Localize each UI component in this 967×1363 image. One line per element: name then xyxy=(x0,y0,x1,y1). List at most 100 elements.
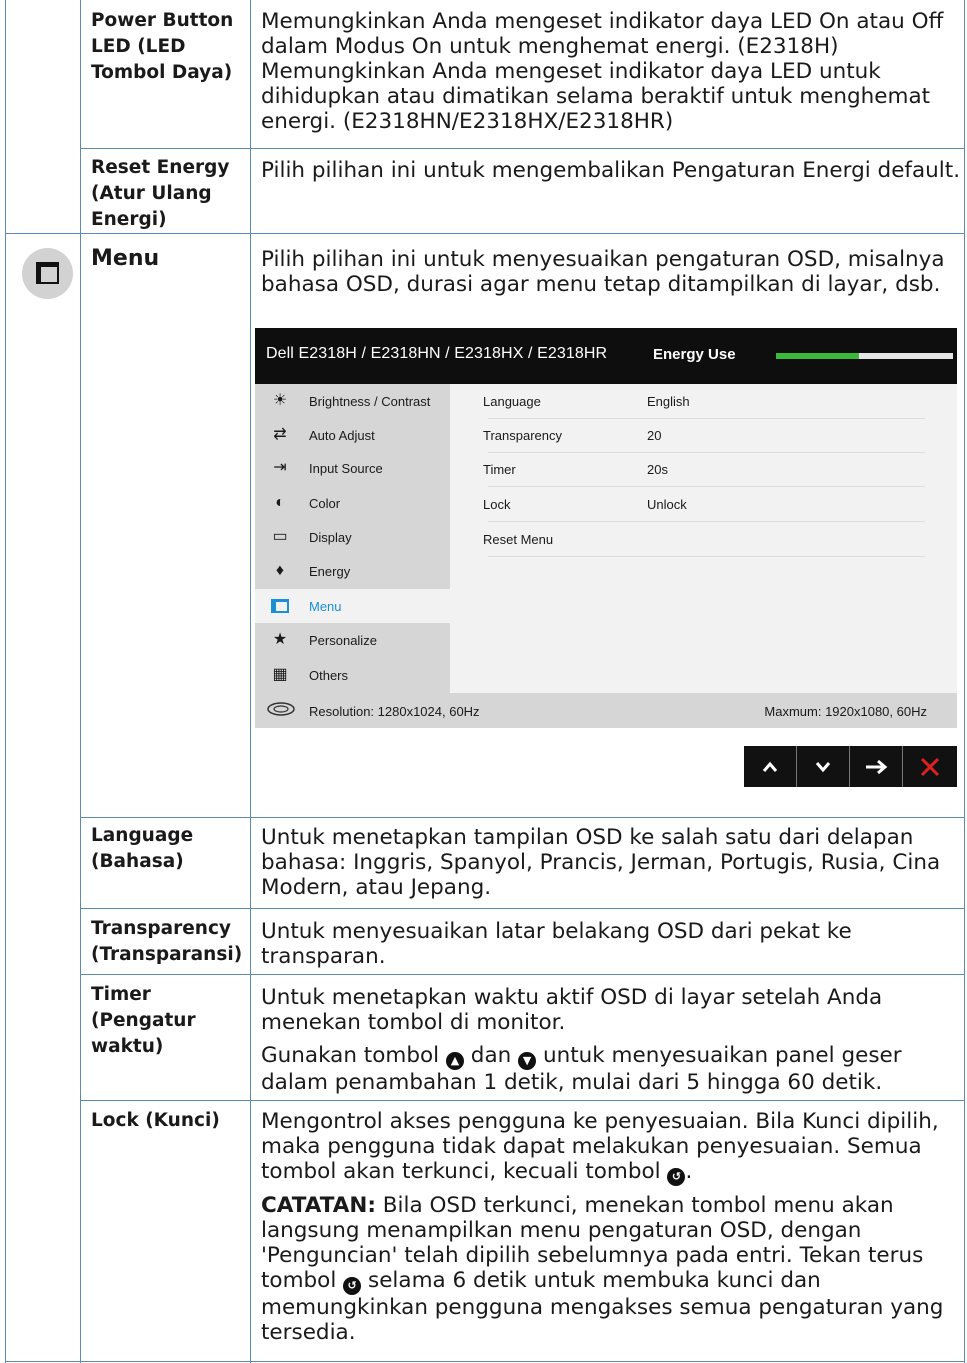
row-line-5 xyxy=(80,974,964,975)
right-arrow-icon[interactable] xyxy=(850,746,903,787)
osd-setting-timer[interactable]: Timer 20s xyxy=(483,452,925,487)
desc-fragment: Mengontrol akses pengguna ke penyesuaian… xyxy=(261,1109,939,1184)
row-line-2 xyxy=(5,233,964,234)
row-desc-reset-energy: Pilih pilihan ini untuk mengembalikan Pe… xyxy=(261,158,961,183)
osd-item-display[interactable]: ▭ Display xyxy=(255,520,450,554)
sun-icon: ☀ xyxy=(272,392,288,409)
osd-item-others[interactable]: ▦ Others xyxy=(255,658,450,692)
table-border-right xyxy=(964,0,965,1363)
osd-item-energy[interactable]: ♦ Energy xyxy=(255,554,450,588)
osd-item-label: Auto Adjust xyxy=(309,428,375,443)
osd-button-bar xyxy=(744,746,957,787)
row-desc-lock: Mengontrol akses pengguna ke penyesuaian… xyxy=(261,1109,961,1345)
table-divider-1 xyxy=(80,0,81,1363)
desc-text-2: Gunakan tombol ▲ dan ▼ untuk menyesuaika… xyxy=(261,1043,961,1095)
others-icon: ▦ xyxy=(272,666,288,683)
table-divider-2 xyxy=(250,0,251,246)
setting-key: Lock xyxy=(483,497,511,512)
osd-item-label: Menu xyxy=(309,599,342,614)
table-divider-2c xyxy=(250,817,251,1363)
menu-window-icon xyxy=(22,248,73,299)
row-head-transparency: Transparency (Transparansi) xyxy=(91,918,243,965)
display-icon: ▭ xyxy=(272,528,288,545)
osd-setting-lock[interactable]: Lock Unlock xyxy=(483,487,925,522)
osd-item-label: Color xyxy=(309,496,341,511)
max-resolution-text: Maxmum: 1920x1080, 60Hz xyxy=(764,704,927,719)
close-icon[interactable] xyxy=(903,746,957,787)
osd-item-menu[interactable]: Menu xyxy=(255,589,450,623)
osd-item-color[interactable]: ◐ Color xyxy=(255,486,450,520)
note-label: CATATAN: xyxy=(261,1193,376,1218)
desc-text: Untuk menetapkan tampilan OSD ke salah s… xyxy=(261,825,941,900)
osd-item-label: Input Source xyxy=(309,461,383,476)
note-text: CATATAN: Bila OSD terkunci, menekan tomb… xyxy=(261,1193,961,1345)
row-line-1 xyxy=(80,148,964,149)
row-head-lock: Lock (Kunci) xyxy=(91,1110,220,1131)
table-divider-2b xyxy=(250,246,251,817)
osd-item-label: Others xyxy=(309,668,349,683)
desc-fragment: dan xyxy=(470,1043,512,1068)
osd-item-label: Brightness / Contrast xyxy=(309,394,431,409)
row-head-reset-energy: Reset Energy (Atur Ulang Energi) xyxy=(91,157,230,230)
osd-status-bar: Resolution: 1280x1024, 60Hz Maxmum: 1920… xyxy=(255,693,957,728)
row-desc-timer: Untuk menetapkan waktu aktif OSD di laya… xyxy=(261,985,961,1095)
back-button-icon: ↺ xyxy=(343,1277,362,1295)
osd-settings-panel: Language English Transparency 20 Timer 2… xyxy=(450,384,957,693)
desc-fragment: . xyxy=(685,1159,693,1184)
energy-icon: ♦ xyxy=(275,562,285,579)
desc-text: Untuk menyesuaikan latar belakang OSD da… xyxy=(261,919,852,969)
down-button-icon: ▼ xyxy=(518,1052,537,1070)
osd-item-personalize[interactable]: ★ Personalize xyxy=(255,623,450,657)
desc-text: Untuk menetapkan waktu aktif OSD di laya… xyxy=(261,985,883,1035)
setting-value: 20 xyxy=(647,428,662,443)
menu-title: Menu xyxy=(91,246,160,271)
menu-icon xyxy=(269,596,291,616)
setting-value: 20s xyxy=(647,462,668,477)
row-line-4 xyxy=(80,908,964,909)
desc-text: Pilih pilihan ini untuk mengembalikan Pe… xyxy=(261,158,961,183)
row-head-power-led: Power Button LED (LED Tombol Daya) xyxy=(91,10,234,83)
osd-setting-language[interactable]: Language English xyxy=(483,384,925,419)
row-line-7 xyxy=(5,1361,964,1362)
setting-value: Unlock xyxy=(647,497,687,512)
table-border-left xyxy=(5,0,6,1363)
osd-item-input-source[interactable]: ⇥ Input Source xyxy=(255,451,450,485)
osd-title: Dell E2318H / E2318HN / E2318HX / E2318H… xyxy=(266,345,608,362)
setting-key: Reset Menu xyxy=(483,532,554,547)
osd-header: Dell E2318H / E2318HN / E2318HX / E2318H… xyxy=(255,328,957,384)
setting-key: Language xyxy=(483,394,541,409)
star-icon: ★ xyxy=(272,631,288,648)
color-icon: ◐ xyxy=(275,494,285,511)
resolution-text: Resolution: 1280x1024, 60Hz xyxy=(309,704,480,719)
desc-fragment: Gunakan tombol xyxy=(261,1043,440,1068)
up-button-icon: ▲ xyxy=(445,1052,464,1070)
osd-item-label: Energy xyxy=(309,564,351,579)
desc-text: Memungkinkan Anda mengeset indikator day… xyxy=(261,9,944,134)
osd-item-label: Personalize xyxy=(309,633,377,648)
down-icon[interactable] xyxy=(797,746,850,787)
osd-item-label: Display xyxy=(309,530,352,545)
row-desc-power-led: Memungkinkan Anda mengeset indikator day… xyxy=(261,9,961,134)
energy-use-label: Energy Use xyxy=(653,346,736,363)
setting-key: Transparency xyxy=(483,428,562,443)
osd-item-brightness[interactable]: ☀ Brightness / Contrast xyxy=(255,384,450,418)
desc-text: Mengontrol akses pengguna ke penyesuaian… xyxy=(261,1109,961,1186)
note-fragment: selama 6 detik untuk membuka kunci dan m… xyxy=(261,1268,944,1345)
resolution-icon xyxy=(267,702,295,719)
osd-setting-transparency[interactable]: Transparency 20 xyxy=(483,418,925,453)
row-desc-transparency: Untuk menyesuaikan latar belakang OSD da… xyxy=(261,919,961,969)
osd-setting-reset-menu[interactable]: Reset Menu xyxy=(483,522,925,557)
up-icon[interactable] xyxy=(744,746,797,787)
energy-use-bar xyxy=(776,353,953,359)
back-button-icon: ↺ xyxy=(667,1168,686,1186)
osd-screenshot: Dell E2318H / E2318HN / E2318HX / E2318H… xyxy=(255,328,957,728)
row-line-3 xyxy=(80,817,964,818)
osd-item-auto-adjust[interactable]: ⇄ Auto Adjust xyxy=(255,418,450,452)
setting-value: English xyxy=(647,394,690,409)
setting-key: Timer xyxy=(483,462,516,477)
osd-sidebar: ☀ Brightness / Contrast ⇄ Auto Adjust ⇥ … xyxy=(255,384,450,693)
energy-use-fill xyxy=(776,353,860,359)
row-head-language: Language (Bahasa) xyxy=(91,825,194,872)
row-line-6 xyxy=(80,1100,964,1101)
input-source-icon: ⇥ xyxy=(273,459,287,476)
